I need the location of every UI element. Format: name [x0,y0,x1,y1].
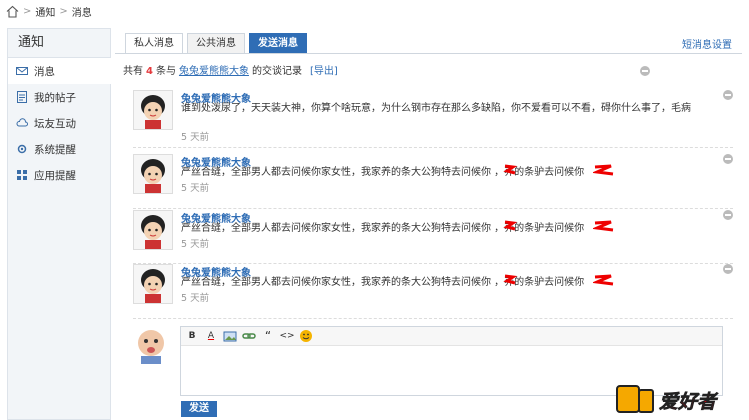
redaction-scribble [593,274,614,286]
message-divider [133,208,733,209]
redaction-scribble [593,164,614,176]
tab-private-messages[interactable]: 私人消息 [125,33,183,53]
image-icon[interactable] [223,329,237,343]
avatar[interactable] [133,264,173,304]
sidebar-item-label: 应用提醒 [34,169,76,182]
code-icon[interactable]: <> [279,329,294,343]
tab-divider [115,53,742,54]
send-message-button[interactable]: 发送消息 [249,33,307,53]
avatar[interactable] [133,90,173,130]
sidebar-item-system[interactable]: 系统提醒 [8,136,110,162]
redaction-scribble [593,220,614,232]
avatar-image [141,159,165,193]
editor-toolbar: B A “ <> [181,327,722,346]
link-icon[interactable] [242,329,256,343]
sidebar-item-apps[interactable]: 应用提醒 [8,162,110,188]
message-count: 4 [146,66,153,77]
message-item: 兔兔爱熊熊大象 严丝合缝，全部男人都去问候你家女性，我家养的条大公狗特去问候你 … [133,210,733,268]
conversation-summary: 共有 4 条与 兔兔爱熊熊大象 的交谈记录 [导出] [123,62,338,77]
document-icon [17,91,27,103]
sidebar-item-label: 消息 [34,65,55,78]
breadcrumb-separator: > [59,5,68,17]
message-divider [133,318,733,319]
cloud-icon [16,118,28,127]
summary-suffix: 的交谈记录 [251,66,302,77]
message-item: 兔兔爱熊熊大象 严丝合缝，全部男人都去问候你家女性，我家养的条大公狗特去问候你 … [133,154,733,212]
sidebar-item-label: 我的帖子 [34,91,76,104]
tab-bar: 私人消息 公共消息 发送消息 [125,33,311,53]
send-button[interactable]: 发送 [181,401,217,417]
message-text: 谁到处泼尿了，天天装大神，你算个啥玩意，为什么钢市存在那么多缺陷，你不爱看可以不… [181,103,691,114]
redaction-scribble [503,274,517,285]
avatar-image [141,215,165,249]
sidebar: 通知 消息 我的帖子 坛友互动 系统提醒 应用提醒 [7,28,111,420]
breadcrumb-notify[interactable]: 通知 [35,4,55,19]
home-icon[interactable] [6,5,19,18]
watermark-text: 爱好者 [659,391,719,413]
breadcrumb-separator: > [23,5,32,17]
delete-message-icon[interactable] [723,154,733,164]
breadcrumb: > 通知 > 消息 [0,0,749,22]
sidebar-item-label: 系统提醒 [34,143,76,156]
sidebar-item-messages[interactable]: 消息 [8,58,111,84]
message-time: 5 天前 [181,132,210,143]
sidebar-item-interactions[interactable]: 坛友互动 [8,110,110,136]
main-panel: 私人消息 公共消息 发送消息 短消息设置 共有 4 条与 兔兔爱熊熊大象 的交谈记录 [导… [115,28,742,420]
breadcrumb-messages: 消息 [71,7,92,19]
avatar[interactable] [133,154,173,194]
message-settings-link[interactable]: 短消息设置 [682,36,732,51]
mail-icon [16,67,28,75]
bold-icon[interactable]: B [185,329,199,343]
message-time: 5 天前 [181,183,210,194]
grid-icon [17,170,27,180]
smiley-icon[interactable] [299,329,313,343]
message-time: 5 天前 [181,293,210,304]
sidebar-title: 通知 [8,29,110,58]
conversation-user-link[interactable]: 兔兔爱熊熊大象 [179,66,249,77]
avatar-image [141,95,165,129]
message-time: 5 天前 [181,239,210,250]
message-divider [133,147,733,148]
sidebar-item-my-posts[interactable]: 我的帖子 [8,84,110,110]
avatar-image [141,269,165,303]
watermark-logo: 爱好者 [616,385,719,413]
summary-prefix: 共有 [123,66,143,77]
avatar[interactable] [133,210,173,250]
tab-public-messages[interactable]: 公共消息 [187,33,245,53]
delete-message-icon[interactable] [723,210,733,220]
quote-icon[interactable]: “ [261,329,275,343]
message-item: 兔兔爱熊熊大象 严丝合缝，全部男人都去问候你家女性，我家养的条大公狗特去问候你 … [133,264,733,322]
export-link[interactable]: [导出] [310,66,338,77]
message-item: 兔兔爱熊熊大象 谁到处泼尿了，天天装大神，你算个啥玩意，为什么钢市存在那么多缺陷… [133,90,733,148]
delete-message-icon[interactable] [723,264,733,274]
redaction-scribble [503,220,517,231]
summary-middle: 条与 [155,66,176,77]
redaction-scribble [503,164,517,175]
sidebar-item-label: 坛友互动 [34,117,76,130]
my-avatar[interactable] [132,326,170,364]
font-color-icon[interactable]: A [204,329,218,343]
delete-message-icon[interactable] [723,90,733,100]
delete-all-icon[interactable] [640,66,650,76]
gear-icon [17,144,27,154]
